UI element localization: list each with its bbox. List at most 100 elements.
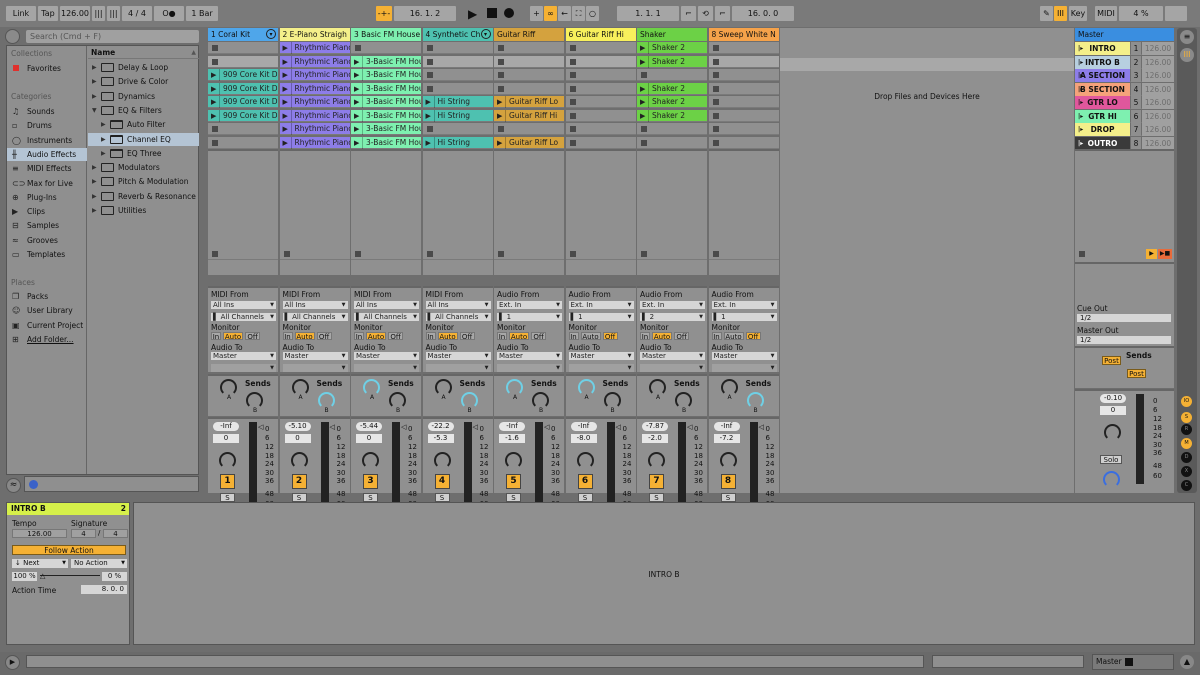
link-button[interactable]: Link	[6, 6, 36, 21]
track-header[interactable]: 2 E-Piano Straigh	[279, 28, 350, 41]
clip-slot[interactable]: ▶ Rhythmic Pianc	[279, 82, 350, 95]
solo-button[interactable]: S	[363, 493, 378, 502]
place-packs[interactable]: ❐ Packs	[7, 290, 87, 303]
track-activator-button[interactable]: 2	[291, 474, 307, 489]
place-user-library[interactable]: ☺ User Library	[7, 304, 87, 317]
stop-icon[interactable]	[212, 139, 218, 146]
nudge-up-button[interactable]: |||	[107, 6, 120, 21]
follow-action-toggle[interactable]: Follow Action	[12, 545, 126, 555]
output-dropdown[interactable]: Master	[711, 352, 777, 360]
sidebar-item-max-for-live[interactable]: ⊂⊃ Max for Live	[7, 177, 87, 190]
browser-item-drive-color[interactable]: ▶ Drive & Color	[88, 75, 199, 88]
output-channel-field[interactable]	[282, 364, 348, 372]
arrangement-view-icon[interactable]: ≡	[1180, 30, 1194, 44]
clip-launch-button[interactable]: ▶	[637, 96, 649, 108]
browser-toggle-icon[interactable]	[5, 29, 20, 44]
clip-slot[interactable]: ▶ 3-Basic FM Hou	[351, 123, 421, 135]
pan-value[interactable]: -2.0	[642, 434, 668, 443]
empty-clip-slot[interactable]	[208, 136, 278, 149]
info-view-toggle-icon[interactable]: ▶	[5, 655, 20, 670]
clip-launch-button[interactable]: ▶	[351, 55, 363, 68]
follow-action-b-dropdown[interactable]: No Action ▼	[71, 559, 127, 568]
clip-launch-button[interactable]: ▶	[494, 136, 506, 149]
empty-clip-slot[interactable]	[708, 69, 779, 81]
sidebar-item-templates[interactable]: ▭ Templates	[7, 248, 87, 261]
master-solo-button[interactable]: Solo	[1100, 455, 1122, 464]
output-dropdown[interactable]: Master	[211, 352, 276, 360]
stop-icon[interactable]	[498, 72, 504, 78]
follow-button[interactable]: -+-	[376, 6, 392, 21]
stop-icon[interactable]	[498, 126, 504, 132]
cue-toggle-icon[interactable]: C	[1181, 480, 1192, 491]
empty-clip-slot[interactable]	[637, 69, 707, 81]
output-dropdown[interactable]: Master	[354, 352, 419, 360]
session-record-button[interactable]: ○	[586, 6, 599, 21]
track-activator-button[interactable]: 8	[720, 474, 736, 489]
action-time-field[interactable]: 8. 0. 0	[81, 585, 127, 594]
clip-stop-icon[interactable]	[712, 251, 719, 257]
input-type-dropdown[interactable]: All Ins	[354, 301, 419, 309]
master-out-dropdown[interactable]: 1/2	[1077, 336, 1171, 344]
clip-launch-button[interactable]: ▶	[208, 96, 220, 108]
sidebar-item-favorites[interactable]: Favorites	[7, 62, 87, 75]
empty-clip-slot[interactable]	[422, 55, 493, 68]
midi-map-button[interactable]: MIDI	[1095, 6, 1117, 21]
stop-button[interactable]	[487, 8, 497, 18]
capture-button[interactable]: ⛶	[572, 6, 585, 21]
search-input[interactable]: Search (Cmd + F)	[26, 30, 199, 43]
pan-knob[interactable]	[290, 452, 308, 469]
empty-clip-slot[interactable]	[494, 82, 564, 95]
stop-icon[interactable]	[569, 45, 576, 51]
drop-area[interactable]: Drop Files and Devices Here	[780, 28, 1074, 493]
scene-tempo[interactable]: 126.00	[1142, 42, 1174, 55]
solo-button[interactable]: S	[649, 493, 664, 502]
play-button[interactable]: ▶	[468, 7, 477, 21]
clip-slot[interactable]: ▶ 3-Basic FM Hou	[351, 96, 421, 108]
stop-icon[interactable]	[569, 99, 576, 105]
tempo-field[interactable]: 126.00	[60, 6, 90, 21]
empty-clip-slot[interactable]	[208, 42, 278, 54]
browser-item-modulators[interactable]: ▶ Modulators	[88, 161, 199, 174]
browser-item-eq-filters[interactable]: ▼ EQ & Filters	[88, 104, 199, 117]
volume-value[interactable]: -5.44	[356, 422, 382, 431]
clip-launch-button[interactable]: ▶	[351, 96, 363, 108]
monitor-in-button[interactable]: In	[282, 332, 293, 341]
crossfader-toggle-icon[interactable]: X	[1181, 466, 1192, 477]
io-toggle-icon[interactable]: IO	[1181, 396, 1192, 407]
input-type-dropdown[interactable]: All Ins	[282, 301, 348, 309]
browser-item-reverb-resonance[interactable]: ▶ Reverb & Resonance	[88, 190, 199, 203]
browser-item-delay-loop[interactable]: ▶ Delay & Loop	[88, 61, 199, 74]
output-channel-field[interactable]	[711, 364, 777, 372]
quantize-dropdown[interactable]: 1 Bar	[186, 6, 218, 21]
volume-value[interactable]: -7.87	[642, 422, 668, 431]
monitor-off-button[interactable]: Off	[316, 332, 332, 341]
input-type-dropdown[interactable]: All Ins	[425, 301, 491, 309]
collapsed-arrow-icon[interactable]: ▶	[92, 161, 97, 174]
clip-stop-icon[interactable]	[283, 251, 290, 257]
track-header[interactable]: 4 Synthetic Ch ▾	[422, 28, 493, 41]
empty-clip-slot[interactable]	[422, 69, 493, 81]
empty-clip-slot[interactable]	[708, 136, 779, 149]
clip-stop-icon[interactable]	[355, 251, 361, 257]
empty-clip-slot[interactable]	[708, 123, 779, 135]
track-header[interactable]: Shaker	[637, 28, 707, 41]
solo-button[interactable]: S	[577, 493, 593, 502]
track-activator-button[interactable]: 6	[577, 474, 593, 489]
chance-a-field[interactable]: 100 %	[12, 572, 37, 581]
cue-volume-knob[interactable]	[1103, 471, 1120, 488]
master-pan-knob[interactable]	[1104, 424, 1121, 441]
scene-title-bar[interactable]: INTRO B 2	[7, 503, 129, 515]
monitor-auto-button[interactable]: Auto	[580, 332, 601, 341]
clip-launch-button[interactable]: ▶	[637, 42, 649, 54]
sidebar-item-clips[interactable]: ▶ Clips	[7, 205, 87, 218]
pan-value[interactable]: 0	[213, 434, 239, 443]
monitor-in-button[interactable]: In	[497, 332, 507, 341]
returns-toggle-icon[interactable]: R	[1181, 424, 1192, 435]
clip-launch-button[interactable]: ▶	[423, 109, 435, 122]
empty-clip-slot[interactable]	[208, 123, 278, 135]
clip-slot[interactable]: ▶ Hi String	[422, 96, 493, 108]
browser-item-dynamics[interactable]: ▶ Dynamics	[88, 90, 199, 103]
signature-numerator[interactable]: 4	[71, 529, 96, 538]
stop-icon[interactable]	[712, 99, 719, 105]
clip-launch-button[interactable]: ▶	[280, 136, 292, 149]
